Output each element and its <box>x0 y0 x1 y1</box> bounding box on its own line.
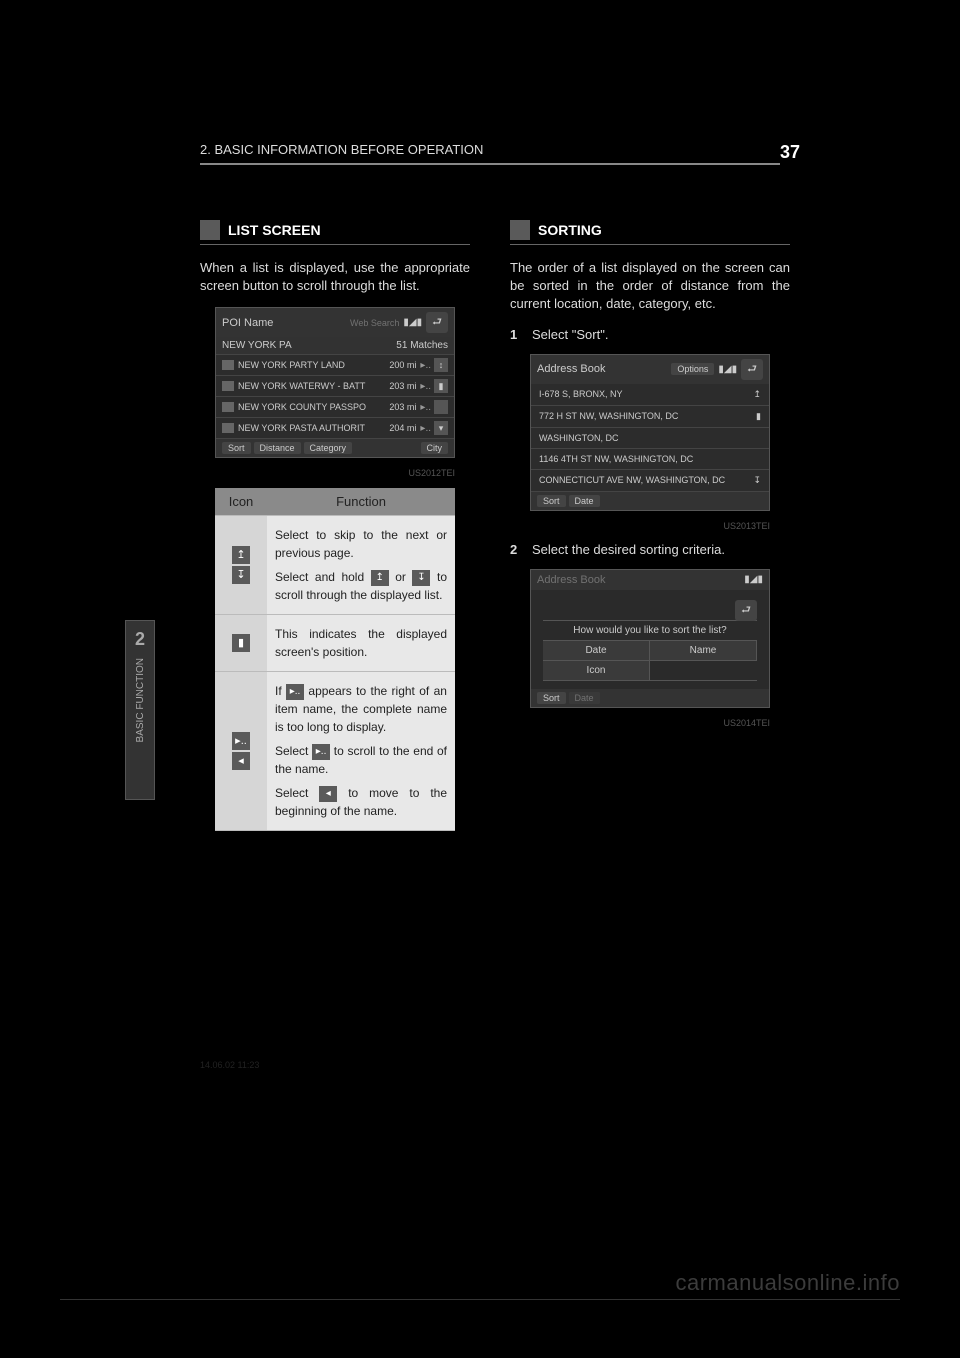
date-button: Date <box>569 692 600 704</box>
city-button[interactable]: City <box>421 442 449 454</box>
screenshot-id: US2012TEI <box>215 468 455 478</box>
poi-row[interactable]: NEW YORK WATERWY - BATT 203 mi ▸.. ▮ <box>216 376 454 397</box>
poi-icon <box>222 423 234 433</box>
scroll-name-left-icon: ◂ <box>232 752 250 770</box>
scroll-up-icon[interactable]: ↥ <box>753 389 761 400</box>
poi-row[interactable]: NEW YORK PASTA AUTHORIT 204 mi ▸.. ▾ <box>216 418 454 439</box>
intro-text: When a list is displayed, use the approp… <box>200 259 470 295</box>
shot-title: POI Name <box>222 317 273 329</box>
icon-cell: ▮ <box>215 615 267 672</box>
page-up-icon: ↥ <box>232 546 250 564</box>
screenshot-id: US2013TEI <box>530 521 770 531</box>
date-button[interactable]: Date <box>569 495 600 507</box>
page-header: 2. BASIC INFORMATION BEFORE OPERATION <box>200 142 780 165</box>
address-book-screenshot: Address Book Options ▮◢▮ ⮐ I-678 S, BRON… <box>530 354 770 511</box>
sort-button[interactable]: Sort <box>537 495 566 507</box>
section-title: SORTING <box>538 222 602 238</box>
back-icon[interactable]: ⮐ <box>741 359 763 380</box>
sort-name-button[interactable]: Name <box>650 641 757 660</box>
category-button[interactable]: Category <box>304 442 353 454</box>
scroll-down-icon[interactable]: ↧ <box>753 475 761 486</box>
page-down-icon: ↧ <box>232 566 250 584</box>
section-header-list: LIST SCREEN <box>200 220 470 245</box>
screenshot-id: US2014TEI <box>530 718 770 728</box>
function-cell: If ▸.. appears to the right of an item n… <box>267 672 455 831</box>
icon-function-table: Icon Function ↥ ↧ Select to skip to the … <box>215 488 455 831</box>
shot-title: Address Book <box>537 363 605 375</box>
section-box-icon <box>200 220 220 240</box>
scroll-position-icon: ▮ <box>232 634 250 652</box>
sort-button[interactable]: Sort <box>537 692 566 704</box>
page-down-icon: ↧ <box>412 570 430 586</box>
step-2: 2 Select the desired sorting criteria. <box>510 541 790 559</box>
sort-date-button[interactable]: Date <box>543 641 650 660</box>
distance-button[interactable]: Distance <box>254 442 301 454</box>
back-icon[interactable]: ⮐ <box>426 312 448 333</box>
more-icon[interactable]: ▸.. <box>420 423 431 434</box>
side-tab-label: BASIC FUNCTION <box>135 650 146 750</box>
step-1: 1 Select "Sort". <box>510 326 790 344</box>
poi-icon <box>222 360 234 370</box>
match-count: 51 Matches <box>396 340 448 351</box>
sort-button[interactable]: Sort <box>222 442 251 454</box>
more-icon[interactable]: ▸.. <box>420 381 431 392</box>
more-icon[interactable]: ▸.. <box>420 402 431 413</box>
col-header-icon: Icon <box>215 488 267 516</box>
page-up-icon: ↥ <box>371 570 389 586</box>
sort-dialog-screenshot: Address Book ▮◢▮ ⮐ How would you like to… <box>530 569 770 708</box>
scroll-pos-icon: ▮ <box>434 379 448 393</box>
section-label: 2. BASIC INFORMATION BEFORE OPERATION <box>200 142 483 157</box>
options-button[interactable]: Options <box>671 363 714 375</box>
query-text: NEW YORK PA <box>222 340 292 351</box>
poi-row[interactable]: NEW YORK COUNTY PASSPO 203 mi ▸.. <box>216 397 454 418</box>
icon-cell: ▸.. ◂ <box>215 672 267 831</box>
col-header-function: Function <box>267 488 455 516</box>
scroll-up-icon[interactable]: ↕ <box>434 358 448 372</box>
scroll-name-right-icon: ▸.. <box>286 684 304 700</box>
right-column: SORTING The order of a list displayed on… <box>510 220 790 831</box>
icon-cell: ↥ ↧ <box>215 516 267 615</box>
signal-icon: ▮◢▮ <box>744 574 763 585</box>
address-row[interactable]: WASHINGTON, DC <box>531 428 769 449</box>
signal-icon: ▮◢▮ <box>718 364 737 375</box>
left-column: LIST SCREEN When a list is displayed, us… <box>200 220 470 831</box>
poi-icon <box>222 381 234 391</box>
poi-row[interactable]: NEW YORK PARTY LAND 200 mi ▸.. ↕ <box>216 355 454 376</box>
watermark: carmanualsonline.info <box>675 1270 900 1296</box>
scroll-name-right-icon: ▸.. <box>232 732 250 750</box>
intro-text: The order of a list displayed on the scr… <box>510 259 790 314</box>
web-search-label[interactable]: Web Search <box>350 318 399 328</box>
sort-icon-button[interactable]: Icon <box>543 661 650 680</box>
address-row[interactable]: 1146 4TH ST NW, WASHINGTON, DC <box>531 449 769 470</box>
poi-screenshot: POI Name Web Search ▮◢▮ ⮐ NEW YORK PA 51… <box>215 307 455 458</box>
back-icon[interactable]: ⮐ <box>735 600 757 621</box>
scroll-name-right-icon: ▸.. <box>312 744 330 760</box>
side-tab-num: 2 <box>126 621 154 650</box>
shot-title: Address Book <box>537 574 605 586</box>
scroll-pos-icon: ▮ <box>756 411 761 422</box>
address-row[interactable]: I-678 S, BRONX, NY↥ <box>531 384 769 406</box>
scroll-down-icon[interactable]: ▾ <box>434 421 448 435</box>
function-cell: Select to skip to the next or previous p… <box>267 516 455 615</box>
side-tab: 2 BASIC FUNCTION <box>125 620 155 800</box>
footer-divider <box>60 1299 900 1300</box>
scroll-name-left-icon: ◂ <box>319 786 337 802</box>
section-title: LIST SCREEN <box>228 222 321 238</box>
section-box-icon <box>510 220 530 240</box>
poi-icon <box>222 402 234 412</box>
footer-code: 14.06.02 11:23 <box>200 1060 259 1070</box>
sort-question: How would you like to sort the list? <box>543 620 757 641</box>
address-row[interactable]: 772 H ST NW, WASHINGTON, DC▮ <box>531 406 769 428</box>
manual-page: 2. BASIC INFORMATION BEFORE OPERATION 37… <box>0 0 960 1358</box>
page-number: 37 <box>780 142 800 163</box>
function-cell: This indicates the displayed screen's po… <box>267 615 455 672</box>
signal-icon: ▮◢▮ <box>403 317 422 328</box>
section-header-sorting: SORTING <box>510 220 790 245</box>
more-icon[interactable]: ▸.. <box>420 360 431 371</box>
address-row[interactable]: CONNECTICUT AVE NW, WASHINGTON, DC↧ <box>531 470 769 492</box>
